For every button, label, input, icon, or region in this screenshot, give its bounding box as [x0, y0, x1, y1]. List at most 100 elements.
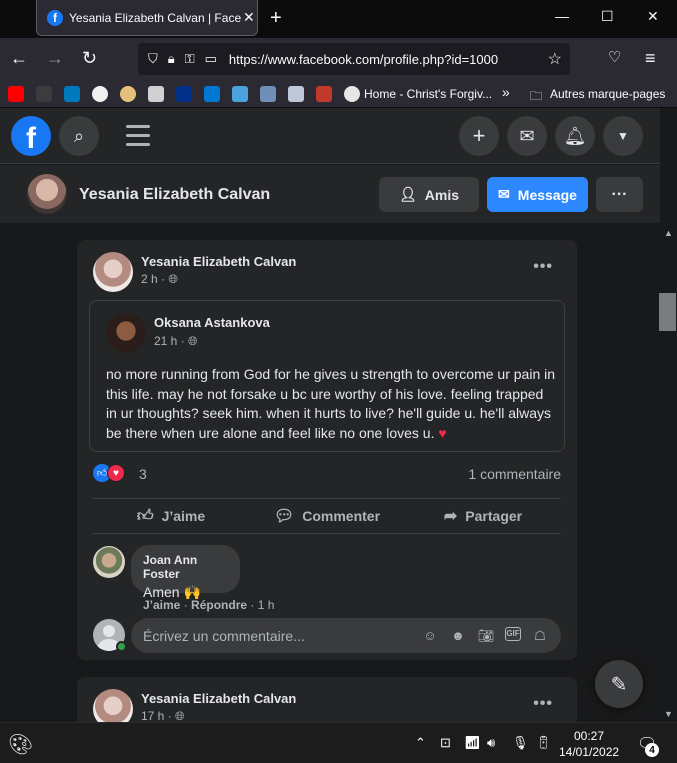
like-button[interactable]: 👍︎ J’aime [93, 499, 249, 533]
close-window-icon[interactable]: ✕ [647, 8, 659, 25]
browser-tabstrip: f Yesania Elizabeth Calvan | Facebook ✕ … [0, 0, 677, 38]
comment-like-link[interactable]: J’aime [143, 598, 180, 612]
folder-icon[interactable]: 🗀 [530, 87, 542, 108]
share-button[interactable]: ➦ Partager [405, 499, 561, 533]
close-tab-icon[interactable]: ✕ [243, 9, 255, 26]
wifi-icon[interactable]: 📶︎ [464, 735, 481, 751]
bookmark-site-icon[interactable] [232, 86, 248, 102]
paint-app-icon[interactable]: 🎨︎ [8, 732, 33, 757]
scroll-up-icon[interactable]: ▲ [664, 228, 673, 238]
minimize-icon[interactable]: — [555, 8, 569, 24]
clock-date: 14/01/2022 [559, 745, 620, 759]
post-author[interactable]: Yesania Elizabeth Calvan [141, 254, 296, 269]
trello-bookmark-icon[interactable] [64, 86, 80, 102]
sticker-icon[interactable]: ☖ [531, 627, 549, 645]
comments-count[interactable]: 1 commentaire [468, 466, 561, 482]
create-icon[interactable]: + [459, 116, 499, 156]
forward-icon[interactable]: → [46, 48, 64, 69]
permissions-icon[interactable]: ⚿ [185, 51, 195, 67]
url-text[interactable]: https://www.facebook.com/profile.php?id=… [229, 52, 519, 67]
scrollbar[interactable] [660, 108, 677, 722]
comment-button[interactable]: 💬︎ Commenter [249, 499, 405, 533]
heart-emoji-icon: ♥ [438, 424, 447, 441]
globe-icon: 🌐︎ [175, 709, 185, 723]
comment-input[interactable] [143, 627, 421, 644]
new-tab-icon[interactable]: + [270, 7, 282, 30]
browser-tab[interactable]: f Yesania Elizabeth Calvan | Facebook ✕ [36, 0, 258, 36]
profile-name[interactable]: Yesania Elizabeth Calvan [79, 186, 270, 204]
system-clock[interactable]: 00:27 14/01/2022 [559, 728, 619, 760]
messenger-icon[interactable]: ✉ [507, 116, 547, 156]
pocket-icon[interactable]: ♡ [608, 48, 621, 66]
globe-bookmark-icon[interactable] [120, 86, 136, 102]
github-bookmark-icon[interactable] [92, 86, 108, 102]
facebook-logo-icon[interactable]: f [11, 116, 51, 156]
bookmark-site2-icon[interactable] [260, 86, 276, 102]
chevron-more-icon[interactable]: » [502, 84, 510, 100]
post-time[interactable]: 2 h · 🌐︎ [141, 272, 178, 287]
shared-post[interactable]: Oksana Astankova 21 h · 🌐︎ no more runni… [89, 300, 565, 452]
bookmarks-folder[interactable]: Autres marque-pages [550, 87, 665, 101]
author-avatar[interactable] [93, 252, 133, 292]
box-bookmark-icon[interactable] [148, 86, 164, 102]
comment-composer[interactable]: ☺ ☻ 📷︎ GIF ☖ [131, 618, 561, 653]
tray-app-icon[interactable]: ⊡ [440, 735, 451, 751]
volume-icon[interactable]: 🔊︎ [487, 735, 495, 751]
camera-icon[interactable]: 📷︎ [477, 627, 495, 645]
reload-icon[interactable]: ↻ [82, 48, 97, 69]
outlook-bookmark-icon[interactable] [204, 86, 220, 102]
battery-icon[interactable]: 🔋︎ [535, 735, 552, 751]
comment-time[interactable]: 1 h [258, 598, 275, 612]
post-author[interactable]: Yesania Elizabeth Calvan [141, 691, 296, 706]
shared-text-body: no more running from God for he gives u … [106, 366, 556, 441]
shared-author-avatar[interactable] [106, 313, 146, 353]
christ-bookmark-icon[interactable] [344, 86, 360, 102]
bookmark-home[interactable]: Home - Christ's Forgiv... [364, 87, 492, 101]
bookmark-site4-icon[interactable] [316, 86, 332, 102]
maximize-icon[interactable]: ☐ [601, 8, 614, 25]
globe-icon: 🌐︎ [188, 334, 198, 348]
emoji-icon[interactable]: ☻ [449, 627, 467, 645]
comment-author[interactable]: Joan Ann Foster [143, 553, 228, 581]
message-button[interactable]: ✉ Message [487, 177, 588, 212]
tray-chevron-icon[interactable]: ⌃ [415, 735, 426, 751]
tracking-icon[interactable]: ▭ [205, 51, 217, 67]
bookmark-site3-icon[interactable] [288, 86, 304, 102]
shared-time[interactable]: 21 h · 🌐︎ [154, 334, 198, 349]
reactions-row: 👍︎ ♥ 3 1 commentaire [93, 462, 561, 486]
more-options-button[interactable]: ··· [596, 177, 643, 212]
back-icon[interactable]: ← [10, 48, 28, 69]
commenter-avatar[interactable] [93, 546, 125, 578]
friends-button[interactable]: 👤︎ Amis [379, 177, 479, 212]
post-options-icon[interactable]: ••• [533, 695, 553, 713]
friends-label: Amis [424, 186, 459, 203]
message-label: Message [517, 186, 577, 203]
comment-reply-link[interactable]: Répondre [191, 598, 247, 612]
shared-author[interactable]: Oksana Astankova [154, 315, 270, 330]
menu-icon[interactable]: ≡ [645, 48, 656, 69]
microphone-icon[interactable]: 🎙︎ [512, 735, 529, 751]
paypal-bookmark-icon[interactable] [176, 86, 192, 102]
bookmark-star-icon[interactable]: ☆ [548, 49, 562, 69]
love-reaction-icon[interactable]: ♥ [107, 464, 125, 482]
url-bar[interactable]: ⛉ 🔒︎ ⚿ ▭ https://www.facebook.com/profil… [138, 43, 570, 75]
reaction-count[interactable]: 3 [139, 466, 147, 482]
youtube-bookmark-icon[interactable] [8, 86, 24, 102]
figma-bookmark-icon[interactable] [36, 86, 52, 102]
search-icon[interactable]: ⌕ [59, 116, 99, 156]
scrollbar-thumb[interactable] [659, 293, 676, 331]
avatar-sticker-icon[interactable]: ☺ [421, 627, 439, 645]
post-options-icon[interactable]: ••• [533, 258, 553, 276]
clock-time: 00:27 [573, 729, 605, 743]
scroll-down-icon[interactable]: ▼ [664, 709, 673, 719]
shield-icon[interactable]: ⛉ [148, 51, 158, 67]
menu-icon[interactable] [126, 125, 150, 152]
shared-time-text: 21 h · [154, 334, 185, 348]
friend-person-icon: 👤︎ [398, 186, 417, 202]
notifications-bell-icon[interactable]: 🔔︎ [555, 116, 595, 156]
new-message-compose-icon[interactable]: ✎ [595, 660, 643, 708]
profile-avatar[interactable] [27, 174, 67, 214]
account-chevron-icon[interactable]: ▼ [603, 116, 643, 156]
lock-icon[interactable]: 🔒︎ [168, 51, 175, 67]
gif-icon[interactable]: GIF [505, 626, 521, 641]
